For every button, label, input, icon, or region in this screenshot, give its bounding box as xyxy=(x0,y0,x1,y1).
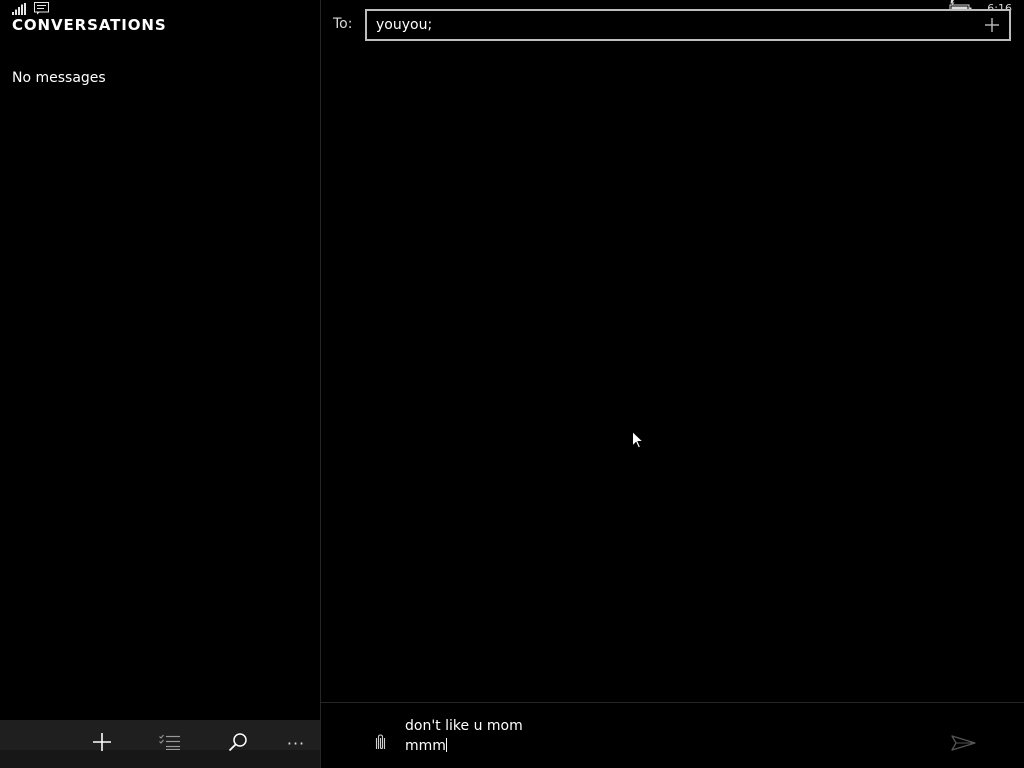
attach-button[interactable] xyxy=(371,733,391,755)
message-pane: 6:16 To: youyou; don't like u mom mmm xyxy=(321,0,1024,768)
app-bar: ··· xyxy=(0,720,320,768)
send-button[interactable] xyxy=(951,734,979,754)
select-button[interactable] xyxy=(150,728,190,760)
more-button[interactable]: ··· xyxy=(276,728,316,760)
new-message-button[interactable] xyxy=(82,728,122,760)
to-label: To: xyxy=(333,16,353,32)
paperclip-icon xyxy=(375,734,387,754)
send-icon xyxy=(951,735,977,756)
compose-line-2-wrap: mmm xyxy=(405,736,925,756)
search-button[interactable] xyxy=(218,728,258,760)
add-recipient-button[interactable] xyxy=(983,16,1001,34)
message-compose-input[interactable]: don't like u mom mmm xyxy=(405,716,925,756)
compose-line-2: mmm xyxy=(405,738,446,754)
compose-divider xyxy=(321,702,1024,703)
plus-icon xyxy=(92,732,112,756)
conversations-pane: CONVERSATIONS No messages ··· xyxy=(0,0,320,768)
compose-line-1: don't like u mom xyxy=(405,718,523,734)
pane-title: CONVERSATIONS xyxy=(12,16,167,34)
messaging-app-window: CONVERSATIONS No messages ··· 6:16 To: y… xyxy=(0,0,1024,768)
empty-state-text: No messages xyxy=(12,70,106,86)
search-icon xyxy=(228,732,248,756)
select-list-icon xyxy=(159,734,181,754)
recipient-value: youyou; xyxy=(376,17,433,33)
plus-icon xyxy=(983,18,1001,38)
more-icon: ··· xyxy=(286,734,306,753)
recipient-field[interactable]: youyou; xyxy=(365,9,1011,41)
text-caret xyxy=(445,738,447,752)
